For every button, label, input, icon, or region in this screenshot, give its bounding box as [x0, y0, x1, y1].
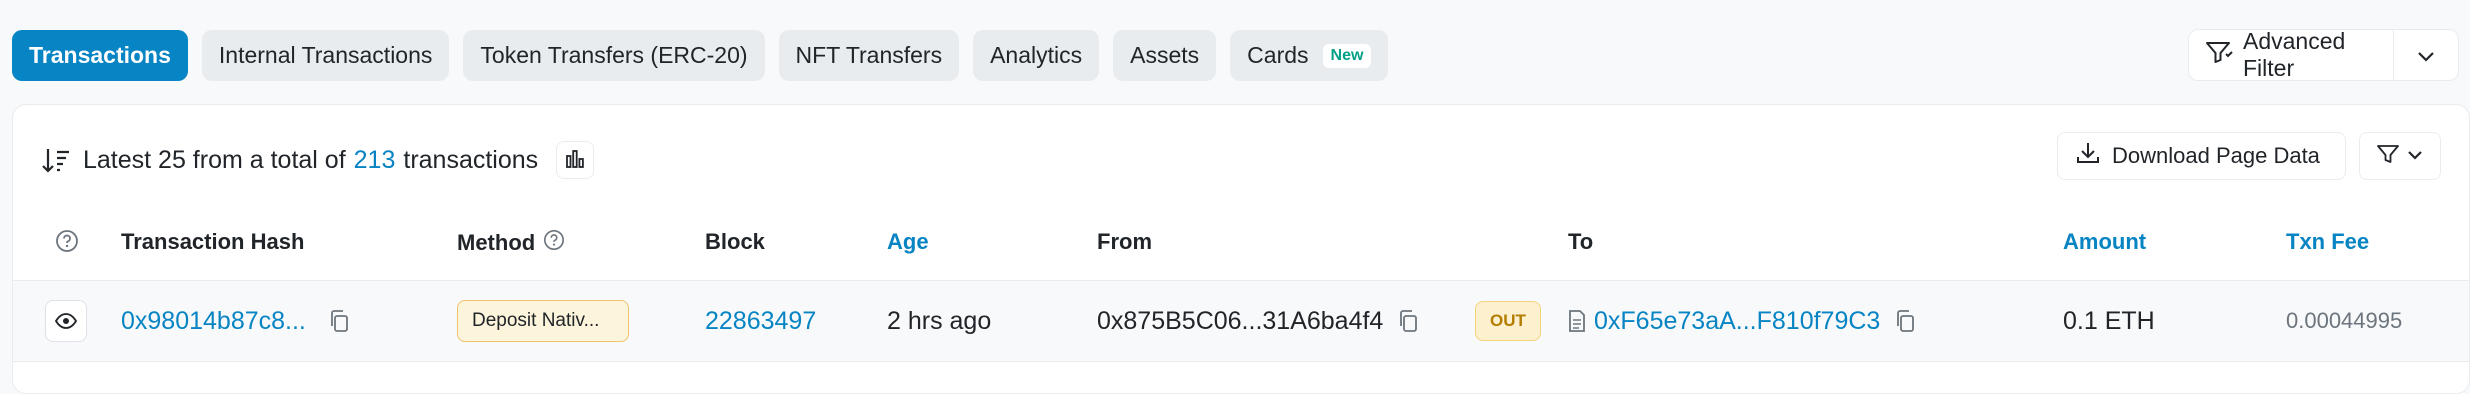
contract-icon: [1568, 309, 1586, 333]
question-icon[interactable]: [543, 229, 565, 257]
summary-suffix: transactions: [403, 145, 539, 174]
tab-bar: Transactions Internal Transactions Token…: [12, 30, 1389, 81]
chevron-down-icon: [2407, 147, 2423, 165]
tab-label: Cards: [1247, 42, 1309, 68]
eye-icon: [54, 307, 78, 336]
transaction-count: 213: [353, 145, 396, 174]
download-page-data-button[interactable]: Download Page Data: [2057, 132, 2346, 180]
tab-cards[interactable]: Cards New: [1230, 30, 1389, 81]
from-address[interactable]: 0x875B5C06...31A6ba4f4: [1097, 307, 1383, 336]
txn-fee-value: 0.00044995: [2286, 308, 2403, 333]
filter-icon: [2377, 144, 2399, 169]
tab-token-transfers[interactable]: Token Transfers (ERC-20): [463, 30, 765, 81]
advanced-filter-button[interactable]: Advanced Filter: [2188, 28, 2459, 81]
column-header-hash: Transaction Hash: [121, 229, 305, 254]
tab-label: Internal Transactions: [218, 42, 433, 68]
table-row: 0x98014b87c8... Deposit Nativ... 2286349…: [13, 280, 2469, 362]
column-header-method: Method: [457, 229, 565, 257]
method-badge: Deposit Nativ...: [457, 300, 629, 342]
advanced-filter-dropdown[interactable]: [2394, 30, 2458, 80]
column-header-age[interactable]: Age: [887, 229, 929, 255]
column-header-amount[interactable]: Amount: [2063, 229, 2146, 255]
question-icon[interactable]: [55, 229, 79, 253]
tab-nft-transfers[interactable]: NFT Transfers: [778, 30, 960, 81]
tab-internal-transactions[interactable]: Internal Transactions: [201, 30, 450, 81]
column-header-to: To: [1568, 229, 1594, 254]
tab-label: Transactions: [29, 42, 171, 68]
analytics-chart-button[interactable]: [556, 141, 595, 179]
amount-value: 0.1 ETH: [2063, 306, 2155, 335]
advanced-filter-label: Advanced Filter: [2243, 28, 2346, 81]
copy-icon[interactable]: [1894, 309, 1916, 333]
advanced-filter-icon: [2205, 40, 2233, 70]
download-icon: [2076, 141, 2100, 171]
copy-icon[interactable]: [328, 309, 350, 333]
age-value: 2 hrs ago: [887, 306, 992, 335]
direction-badge: OUT: [1475, 301, 1541, 341]
transactions-summary: Latest 25 from a total of 213 transactio…: [41, 141, 595, 179]
summary-prefix: Latest 25 from a total of: [83, 145, 346, 174]
tab-label: Analytics: [990, 42, 1083, 68]
tab-analytics[interactable]: Analytics: [973, 30, 1100, 81]
tab-label: Token Transfers (ERC-20): [480, 42, 748, 68]
sort-icon[interactable]: [41, 147, 71, 173]
download-label: Download Page Data: [2112, 143, 2320, 168]
new-badge: New: [1322, 43, 1372, 68]
tab-assets[interactable]: Assets: [1113, 30, 1217, 81]
view-details-button[interactable]: [45, 300, 87, 342]
to-address-link[interactable]: 0xF65e73aA...F810f79C3: [1594, 307, 1880, 336]
tab-label: NFT Transfers: [795, 42, 943, 68]
copy-icon[interactable]: [1397, 309, 1419, 333]
block-link[interactable]: 22863497: [705, 307, 816, 336]
column-header-block: Block: [705, 229, 765, 254]
chevron-down-icon: [2417, 42, 2435, 69]
column-header-fee[interactable]: Txn Fee: [2286, 229, 2369, 255]
bar-chart-icon: [565, 146, 585, 175]
transactions-card: Latest 25 from a total of 213 transactio…: [12, 104, 2470, 394]
transaction-hash-link[interactable]: 0x98014b87c8...: [121, 307, 306, 336]
method-header-label: Method: [457, 230, 536, 255]
tab-transactions[interactable]: Transactions: [12, 30, 188, 81]
column-header-from: From: [1097, 229, 1152, 254]
tab-label: Assets: [1130, 42, 1200, 68]
filter-dropdown-button[interactable]: [2359, 132, 2441, 180]
table-header: Transaction Hash Method Block Age From T…: [13, 215, 2469, 271]
